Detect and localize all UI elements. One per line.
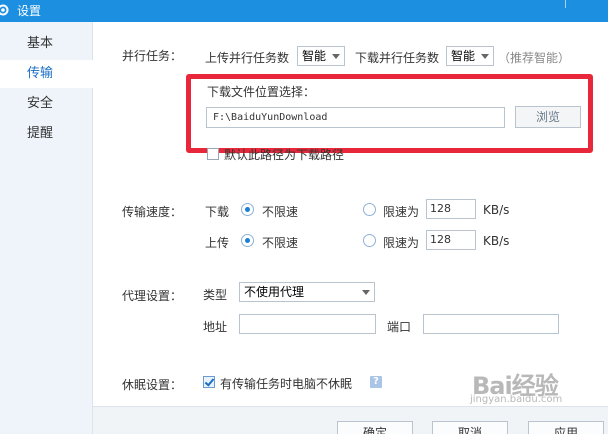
download-unit-label: KB/s [483,203,510,217]
help-icon[interactable]: ? [370,376,382,388]
browse-button[interactable]: 浏览 [515,106,581,128]
default-path-checkbox[interactable] [207,148,219,160]
recommend-hint: （推荐智能） [498,51,571,65]
cancel-button[interactable]: 取消 [432,421,508,434]
proxy-address-input[interactable] [239,314,376,334]
proxy-port-input[interactable] [423,314,559,334]
upload-unlimited-label: 不限速 [262,236,299,250]
default-path-label: 默认此路径为下载路径 [224,148,345,162]
speed-section-label: 传输速度： [122,205,183,219]
proxy-address-label: 地址 [203,320,228,334]
baidu-watermark: Bai经验 jingyan.baidu.com [460,360,606,410]
settings-gear-icon [0,4,9,16]
download-speed-label: 下载 [205,205,230,219]
chevron-down-icon [362,290,370,295]
settings-sidebar: 基本 传输 安全 提醒 [0,22,93,434]
no-sleep-label: 有传输任务时电脑不休眠 [220,377,353,391]
download-parallel-label: 下载并行任务数 [355,51,440,65]
sidebar-item-transfer[interactable]: 传输 [0,60,93,88]
download-path-label: 下载文件位置选择： [207,85,316,99]
download-limit-label: 限速为 [383,205,420,219]
download-limit-radio[interactable] [363,203,376,216]
ok-button[interactable]: 确定 [337,421,413,434]
download-unlimited-radio[interactable] [241,203,254,216]
download-path-field[interactable]: F:\BaiduYunDownload [206,107,505,128]
no-sleep-checkbox[interactable] [203,376,215,388]
window-title: 设置 [17,4,42,18]
proxy-type-select[interactable]: 不使用代理 [239,282,375,302]
chevron-down-icon [481,54,489,59]
download-limit-input[interactable]: 128 [426,199,476,219]
upload-limit-radio[interactable] [363,234,376,247]
upload-limit-label: 限速为 [383,236,420,250]
upload-speed-label: 上传 [205,236,230,250]
download-unlimited-label: 不限速 [262,205,299,219]
upload-parallel-label: 上传并行任务数 [205,51,290,65]
upload-unlimited-radio[interactable] [241,234,254,247]
parallel-section-label: 并行任务： [122,49,183,63]
download-parallel-value: 智能 [451,49,476,63]
apply-button[interactable]: 应用 [528,421,604,434]
chevron-down-icon [332,54,340,59]
proxy-section-label: 代理设置： [122,289,183,303]
proxy-port-label: 端口 [387,320,412,334]
proxy-type-value: 不使用代理 [244,285,305,299]
sidebar-item-basic[interactable]: 基本 [0,30,92,58]
title-bar: 设置 [0,0,608,22]
titlebar-separator [565,0,566,8]
sleep-section-label: 休眠设置： [122,378,183,392]
upload-limit-input[interactable]: 128 [426,230,476,250]
upload-parallel-select[interactable]: 智能 [297,46,345,66]
watermark-url: jingyan.baidu.com [470,394,563,405]
upload-parallel-value: 智能 [302,49,327,63]
download-parallel-select[interactable]: 智能 [446,46,494,66]
proxy-type-label: 类型 [203,288,228,302]
sidebar-item-reminder[interactable]: 提醒 [0,120,92,148]
sidebar-item-security[interactable]: 安全 [0,90,92,118]
upload-unit-label: KB/s [483,234,510,248]
